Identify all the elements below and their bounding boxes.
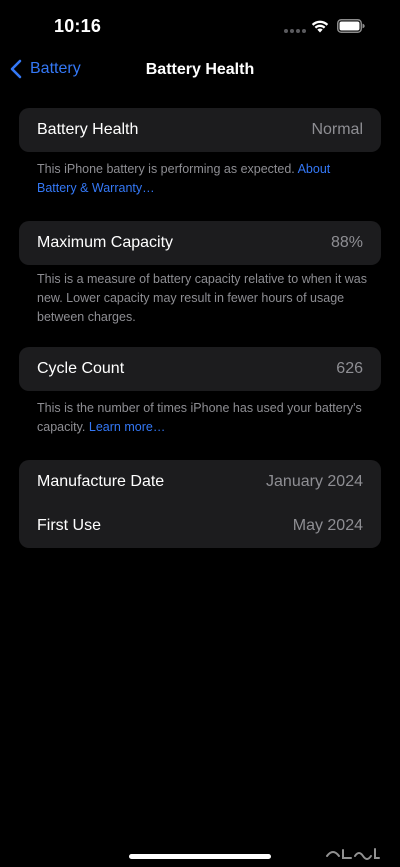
cellular-signal-icon: [284, 29, 306, 33]
maximum-capacity-label: Maximum Capacity: [37, 234, 174, 251]
maximum-capacity-row: Maximum Capacity 88%: [19, 221, 381, 265]
learn-more-link[interactable]: Learn more…: [89, 420, 165, 434]
maximum-capacity-value: 88%: [330, 234, 363, 251]
cycle-count-row: Cycle Count 626: [19, 347, 381, 391]
dates-group: Manufacture Date January 2024 First Use …: [19, 460, 381, 548]
status-time: 10:16: [54, 16, 102, 36]
maximum-capacity-footer: This is a measure of battery capacity re…: [37, 272, 368, 324]
battery-icon: [337, 19, 365, 33]
manufacture-date-row: Manufacture Date January 2024: [19, 460, 381, 504]
battery-health-label: Battery Health: [37, 121, 139, 138]
first-use-row: First Use May 2024: [19, 504, 381, 548]
watermark-logo: [326, 848, 380, 860]
battery-health-group: Battery Health Normal: [19, 108, 381, 152]
first-use-label: First Use: [37, 517, 101, 534]
cycle-count-group: Cycle Count 626: [19, 347, 381, 391]
cycle-count-footer-text: This is the number of times iPhone has u…: [37, 401, 362, 434]
cycle-count-value: 626: [336, 360, 363, 377]
manufacture-date-label: Manufacture Date: [37, 473, 165, 490]
first-use-value: May 2024: [292, 517, 363, 534]
wifi-icon: [311, 20, 329, 33]
maximum-capacity-group: Maximum Capacity 88%: [19, 221, 381, 265]
status-bar: 10:16: [0, 0, 400, 52]
battery-health-row: Battery Health Normal: [19, 108, 381, 152]
battery-health-footer-text: This iPhone battery is performing as exp…: [37, 162, 295, 176]
cycle-count-label: Cycle Count: [37, 360, 125, 377]
cycle-count-footer: This is the number of times iPhone has u…: [37, 399, 367, 437]
battery-health-footer: This iPhone battery is performing as exp…: [37, 160, 367, 198]
battery-health-value: Normal: [311, 121, 363, 138]
manufacture-date-value: January 2024: [266, 473, 363, 490]
page-title: Battery Health: [145, 61, 255, 78]
navigation-bar: Battery Battery Health: [0, 52, 400, 92]
home-indicator[interactable]: [129, 854, 271, 859]
